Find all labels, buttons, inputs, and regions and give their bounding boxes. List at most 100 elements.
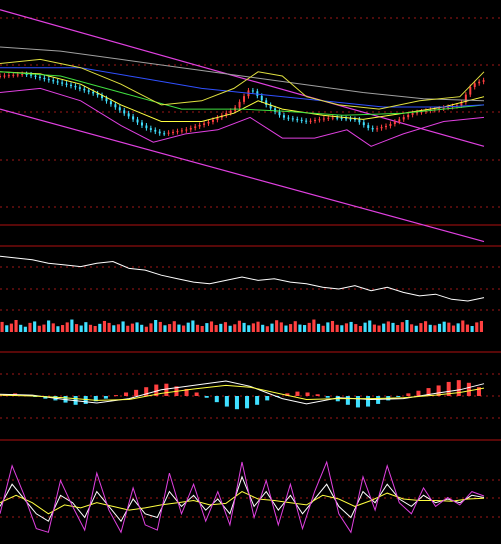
- volume-bar: [279, 322, 283, 332]
- volume-bar: [307, 322, 311, 332]
- volume-bar: [33, 321, 37, 332]
- volume-bar: [223, 322, 228, 332]
- candle-body: [127, 113, 130, 117]
- macd-histogram-bar: [366, 396, 371, 407]
- volume-bar: [177, 324, 181, 332]
- macd-histogram-bar: [164, 383, 169, 396]
- volume-bar: [56, 326, 60, 332]
- volume-bar: [209, 321, 214, 332]
- candle-body: [43, 77, 46, 80]
- candle-body: [194, 126, 197, 128]
- volume-bar: [116, 324, 120, 332]
- candle-body: [21, 74, 24, 76]
- candle-body: [398, 119, 401, 122]
- volume-bar: [289, 324, 293, 332]
- volume-bar: [214, 325, 218, 332]
- candle-body: [65, 83, 68, 85]
- volume-bar: [65, 322, 69, 332]
- candle-body: [229, 110, 232, 114]
- candle-body: [203, 123, 206, 125]
- candle-body: [105, 98, 108, 102]
- macd-histogram-bar: [234, 396, 239, 410]
- candle-body: [7, 75, 10, 77]
- volume-bar: [414, 325, 418, 332]
- macd-histogram-bar: [416, 390, 421, 396]
- candle-body: [469, 87, 472, 95]
- volume-bar: [265, 326, 269, 332]
- volume-bar: [400, 322, 404, 332]
- candle-body: [145, 125, 148, 129]
- candle-body: [353, 119, 356, 121]
- volume-bar: [479, 320, 483, 332]
- candle-body: [296, 119, 299, 121]
- candle-body: [78, 87, 81, 89]
- volume-bar: [23, 326, 27, 332]
- volume-bar: [386, 321, 390, 332]
- macd-histogram-bar: [355, 396, 360, 408]
- volume-bar: [405, 320, 409, 332]
- volume-bar: [321, 325, 325, 332]
- candle-body: [149, 128, 152, 130]
- candle-body: [345, 118, 348, 120]
- volume-bar: [237, 320, 241, 332]
- volume-bar: [358, 326, 362, 332]
- volume-bar: [51, 323, 55, 332]
- candle-body: [92, 91, 95, 94]
- candle-body: [109, 101, 112, 105]
- candle-body: [3, 75, 6, 77]
- volume-bar: [61, 325, 65, 332]
- volume-bar: [475, 322, 479, 332]
- candle-body: [52, 80, 55, 82]
- volume-bar: [88, 324, 93, 332]
- volume-bar: [349, 321, 353, 332]
- volume-bar: [340, 325, 344, 332]
- volume-bar: [284, 325, 288, 332]
- candle-body: [34, 75, 37, 77]
- volume-bar: [396, 325, 400, 332]
- candle-body: [238, 101, 241, 108]
- volume-bar: [461, 320, 465, 332]
- candle-body: [371, 127, 374, 130]
- volume-bar: [256, 321, 260, 332]
- volume-bar: [121, 321, 125, 332]
- candle-body: [83, 88, 86, 91]
- volume-bar: [42, 324, 46, 332]
- candle-body: [56, 81, 59, 83]
- candle-body: [282, 115, 285, 118]
- candle-body: [198, 124, 201, 127]
- volume-bar: [451, 325, 456, 332]
- candle-body: [251, 90, 254, 92]
- volume-bar: [335, 324, 339, 332]
- candle-body: [69, 84, 72, 86]
- candle-body: [411, 113, 414, 115]
- volume-bar: [219, 323, 223, 332]
- candle-body: [416, 112, 419, 114]
- volume-bar: [326, 322, 330, 332]
- volume-bar: [344, 323, 349, 332]
- candle-body: [340, 117, 343, 119]
- macd-histogram-bar: [456, 380, 461, 396]
- volume-bar: [107, 322, 111, 332]
- candle-body: [118, 107, 121, 111]
- volume-bar: [456, 323, 460, 332]
- volume-bar: [377, 325, 381, 332]
- volume-bar: [168, 324, 172, 332]
- volume-bar: [98, 323, 102, 332]
- candle-body: [380, 127, 383, 129]
- volume-bar: [261, 324, 265, 332]
- volume-bar: [74, 324, 79, 332]
- volume-bar: [102, 320, 107, 332]
- candle-body: [358, 119, 361, 123]
- candle-body: [349, 118, 352, 120]
- candle-body: [12, 74, 15, 76]
- volume-bar: [368, 320, 372, 332]
- macd-histogram-bar: [265, 396, 270, 401]
- candle-body: [393, 121, 396, 124]
- volume-bar: [28, 322, 32, 332]
- candle-body: [362, 122, 365, 126]
- volume-bar: [154, 320, 158, 332]
- candle-body: [140, 122, 143, 126]
- candle-body: [384, 125, 387, 128]
- candle-body: [327, 117, 330, 119]
- volume-bar: [293, 321, 297, 332]
